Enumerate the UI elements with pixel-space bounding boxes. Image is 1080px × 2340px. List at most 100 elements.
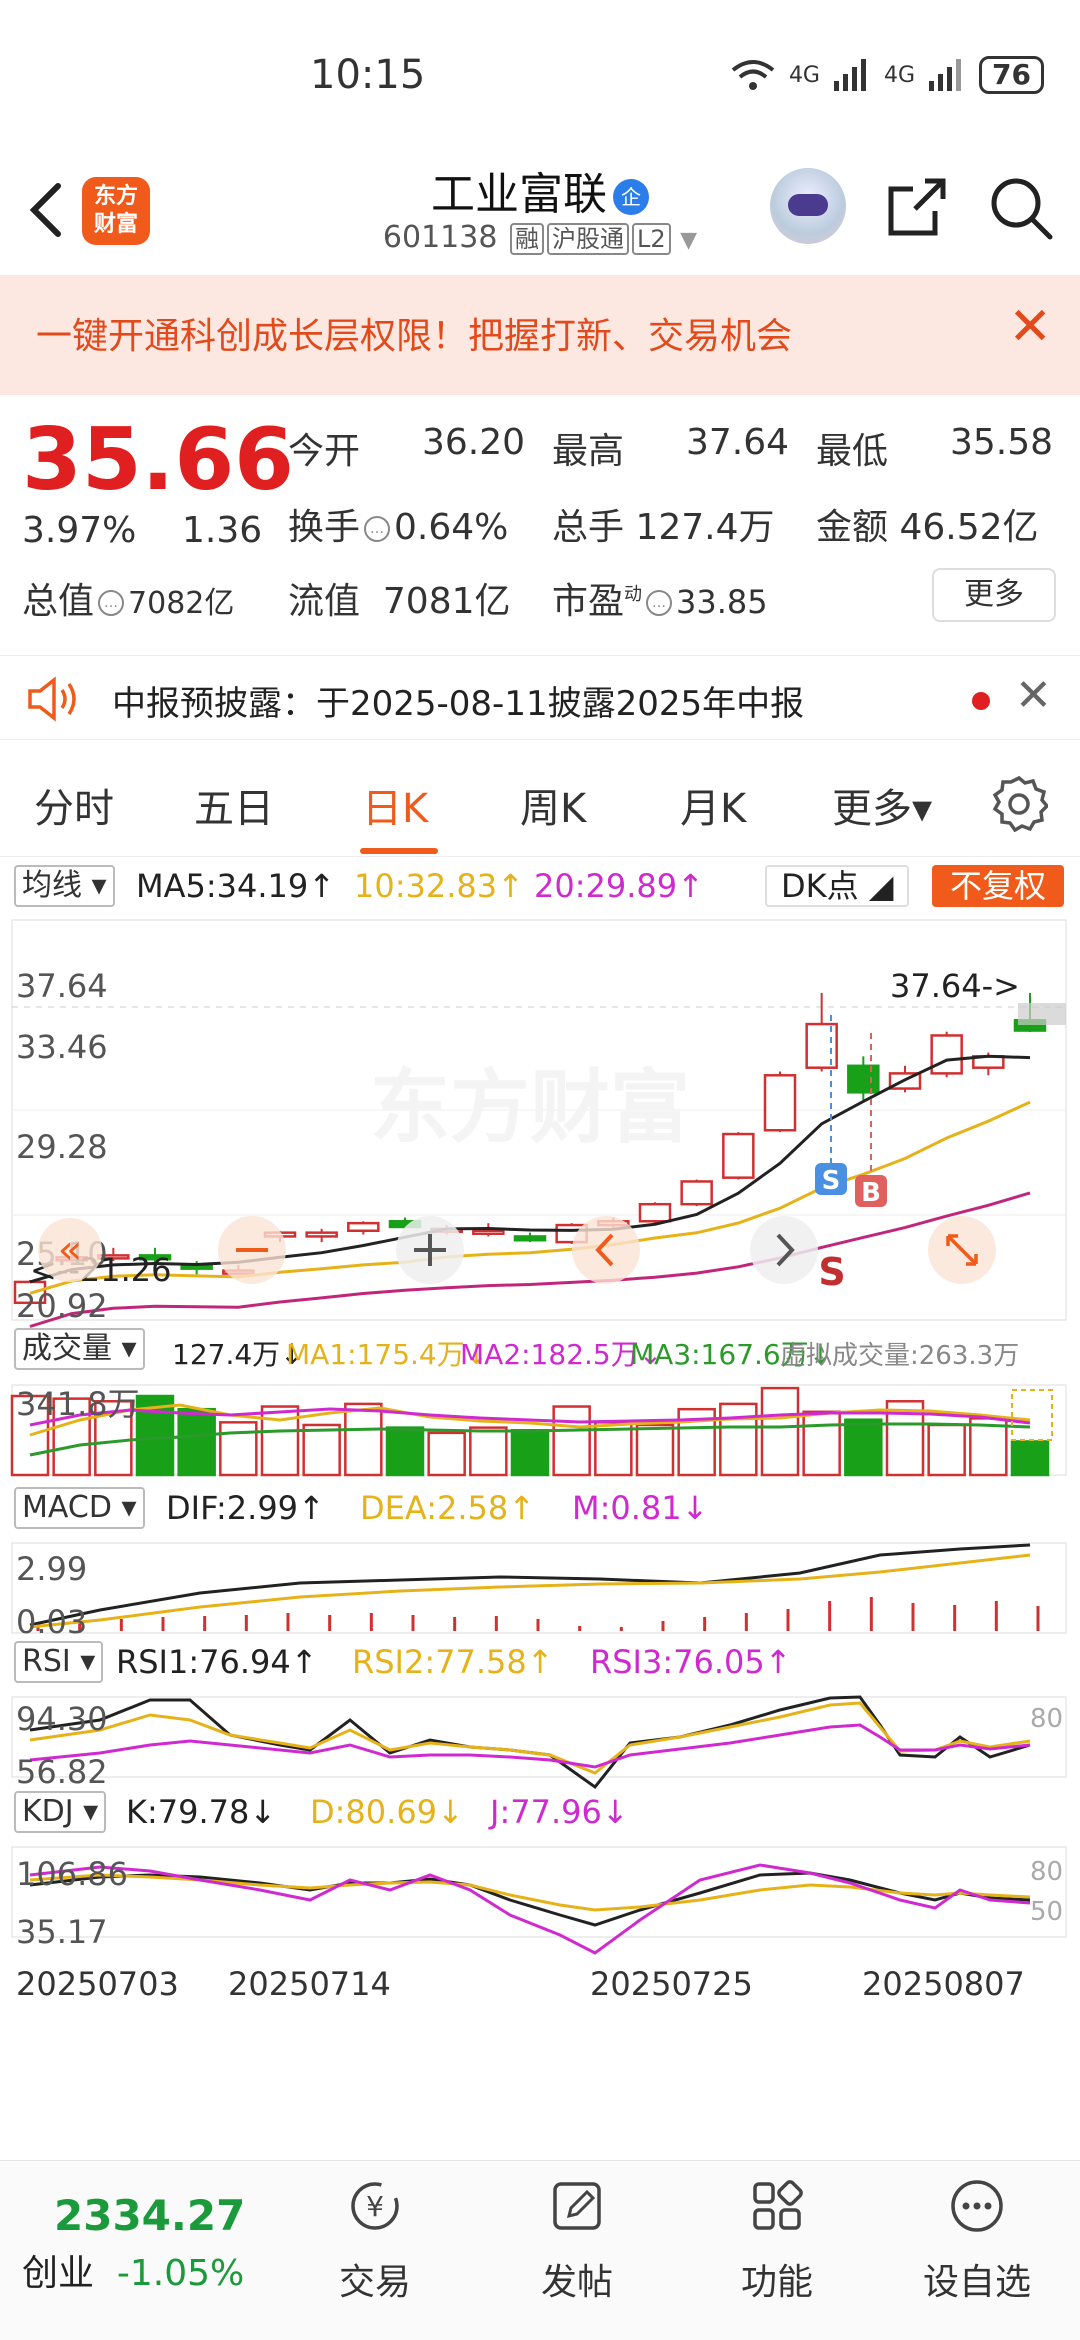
index-ticker[interactable]: 2334.27 创业 -1.05% bbox=[22, 2191, 245, 2296]
mktcap-value: 7082亿 bbox=[128, 586, 235, 621]
nav-functions-label: 功能 bbox=[740, 2262, 813, 2303]
wifi-icon bbox=[731, 60, 775, 90]
candle-body bbox=[347, 1221, 380, 1232]
candle-body bbox=[763, 1074, 797, 1132]
d-label: D:80.69↓ bbox=[310, 1793, 464, 1831]
nav-post-label: 发帖 bbox=[540, 2262, 613, 2303]
share-icon[interactable] bbox=[885, 175, 949, 239]
date-tick: 20250725 bbox=[590, 1965, 753, 2003]
prev-icon[interactable] bbox=[572, 1216, 640, 1284]
assistant-avatar-icon[interactable] bbox=[770, 168, 846, 244]
macd-selector[interactable]: MACD ▾ bbox=[14, 1487, 145, 1529]
next-icon[interactable] bbox=[750, 1216, 818, 1284]
candle-body bbox=[472, 1229, 505, 1235]
low-value: 35.58 bbox=[950, 422, 1054, 463]
sell-signal-s: S bbox=[818, 1250, 845, 1294]
tab-more[interactable]: 更多▾ bbox=[832, 776, 932, 834]
dk-point-button[interactable]: DK点 ◢ bbox=[765, 865, 910, 907]
tag-connect: 沪股通 bbox=[546, 223, 629, 255]
ma10-label: 10:32.83↑ bbox=[354, 867, 524, 905]
kdj-tick: 106.86 bbox=[16, 1855, 128, 1893]
virtual-volume-box bbox=[1011, 1389, 1053, 1441]
price-tick: 29.28 bbox=[16, 1128, 108, 1166]
price-cursor-tag bbox=[1018, 1003, 1066, 1025]
kdj-tick: 35.17 bbox=[16, 1913, 108, 1951]
zoom-out-icon[interactable] bbox=[218, 1216, 286, 1284]
volume-value-label: 127.4万↓ bbox=[172, 1338, 304, 1371]
index-name: 创业 bbox=[22, 2253, 95, 2294]
rsi1-label: RSI1:76.94↑ bbox=[116, 1643, 318, 1681]
stock-header: 东方 财富 工业富联企 601138 融沪股通 L2 ▼ bbox=[0, 150, 1080, 270]
signal-icon-2 bbox=[929, 59, 962, 91]
search-icon[interactable] bbox=[988, 175, 1054, 241]
nav-watchlist[interactable]: 设自选 bbox=[912, 2176, 1042, 2305]
dif-label: DIF:2.99↑ bbox=[166, 1489, 325, 1527]
virtual-volume-label: 虚拟成交量:263.3万 bbox=[780, 1341, 1020, 1371]
nav-post[interactable]: 发帖 bbox=[512, 2176, 642, 2305]
dea-label: DEA:2.58↑ bbox=[360, 1489, 536, 1527]
candle-body bbox=[805, 1022, 838, 1069]
turnover-label: 换手 bbox=[288, 507, 361, 548]
sell-signal-label: S bbox=[822, 1166, 841, 1196]
low-label: 最低 bbox=[816, 431, 889, 472]
period-tabs: 分时 五日 日K 周K 月K 更多▾ bbox=[0, 752, 1080, 857]
tab-5day[interactable]: 五日 bbox=[194, 776, 274, 834]
fullscreen-icon[interactable] bbox=[928, 1216, 996, 1284]
dropdown-triangle-icon: ▼ bbox=[680, 228, 698, 253]
more-button[interactable]: 更多 bbox=[932, 568, 1056, 622]
rsi3-label: RSI3:76.05↑ bbox=[590, 1643, 792, 1681]
kdj-selector[interactable]: KDJ ▾ bbox=[14, 1791, 107, 1833]
date-tick: 20250703 bbox=[16, 1965, 179, 2003]
tab-weekly-k[interactable]: 周K bbox=[520, 776, 586, 834]
zoom-in-icon[interactable] bbox=[396, 1216, 464, 1284]
volume-bar bbox=[844, 1418, 883, 1477]
nav-functions[interactable]: 功能 bbox=[712, 2176, 842, 2305]
settings-gear-icon[interactable] bbox=[990, 774, 1048, 832]
macd-bars bbox=[36, 1597, 1040, 1631]
volume-bar bbox=[427, 1431, 466, 1477]
volume-bar bbox=[510, 1428, 550, 1477]
volume-bar bbox=[552, 1405, 591, 1477]
banner-text: 一键开通科创成长层权限！把握打新、交易机会 bbox=[36, 316, 793, 357]
tab-intraday[interactable]: 分时 bbox=[34, 776, 114, 834]
pe-value: 33.85 bbox=[676, 583, 768, 621]
battery-icon: 76 bbox=[979, 56, 1044, 94]
change-amount: 1.36 bbox=[182, 510, 263, 551]
tab-monthly-k[interactable]: 月K bbox=[680, 776, 746, 834]
nav-trade[interactable]: ¥ 交易 bbox=[310, 2176, 440, 2305]
active-tab-indicator bbox=[360, 848, 438, 854]
promo-banner[interactable]: 一键开通科创成长层权限！把握打新、交易机会 ✕ bbox=[0, 275, 1080, 395]
dk-label: DK点 bbox=[781, 867, 859, 905]
info-icon[interactable]: … bbox=[98, 590, 125, 616]
index-value: 2334.27 bbox=[54, 2191, 246, 2240]
info-icon[interactable]: … bbox=[364, 516, 391, 542]
open-value: 36.20 bbox=[422, 422, 526, 463]
rsi3-line bbox=[29, 1723, 1031, 1769]
scroll-left-icon[interactable]: « bbox=[38, 1218, 102, 1282]
rsi-select-label: RSI bbox=[22, 1644, 71, 1679]
banner-close-icon[interactable]: ✕ bbox=[1008, 297, 1052, 357]
info-icon[interactable]: … bbox=[646, 590, 673, 616]
speaker-icon bbox=[28, 676, 76, 722]
volume-selector[interactable]: 成交量 ▾ bbox=[14, 1328, 145, 1370]
rsi-selector[interactable]: RSI ▾ bbox=[14, 1641, 104, 1683]
volume-bar bbox=[385, 1426, 425, 1477]
ma-selector[interactable]: 均线 ▾ bbox=[14, 865, 115, 907]
trade-icon: ¥ bbox=[351, 2182, 399, 2230]
kline-chart[interactable]: 东方财富 37.64 33.46 29.28 25.10 20.92 37.64… bbox=[0, 915, 1080, 2160]
tab-daily-k[interactable]: 日K bbox=[362, 776, 428, 834]
status-time: 10:15 bbox=[310, 52, 426, 98]
last-price: 35.66 bbox=[22, 410, 295, 510]
dea-line bbox=[29, 1553, 1031, 1629]
amount-label: 金额 bbox=[816, 507, 889, 548]
float-label: 流值 bbox=[288, 581, 361, 622]
notice-bar[interactable]: 中报预披露：于2025-08-11披露2025年中报 ✕ bbox=[0, 655, 1080, 740]
volume-bar bbox=[635, 1423, 675, 1477]
volume-select-label: 成交量 bbox=[22, 1331, 112, 1366]
candle-body bbox=[638, 1202, 672, 1223]
notice-close-icon[interactable]: ✕ bbox=[1015, 670, 1052, 721]
adjust-button[interactable]: 不复权 bbox=[932, 865, 1064, 907]
volume-bar bbox=[927, 1423, 966, 1477]
amount-value: 46.52亿 bbox=[899, 507, 1039, 548]
bottom-nav: 2334.27 创业 -1.05% ¥ 交易 发帖 功能 设自选 bbox=[0, 2160, 1080, 2340]
